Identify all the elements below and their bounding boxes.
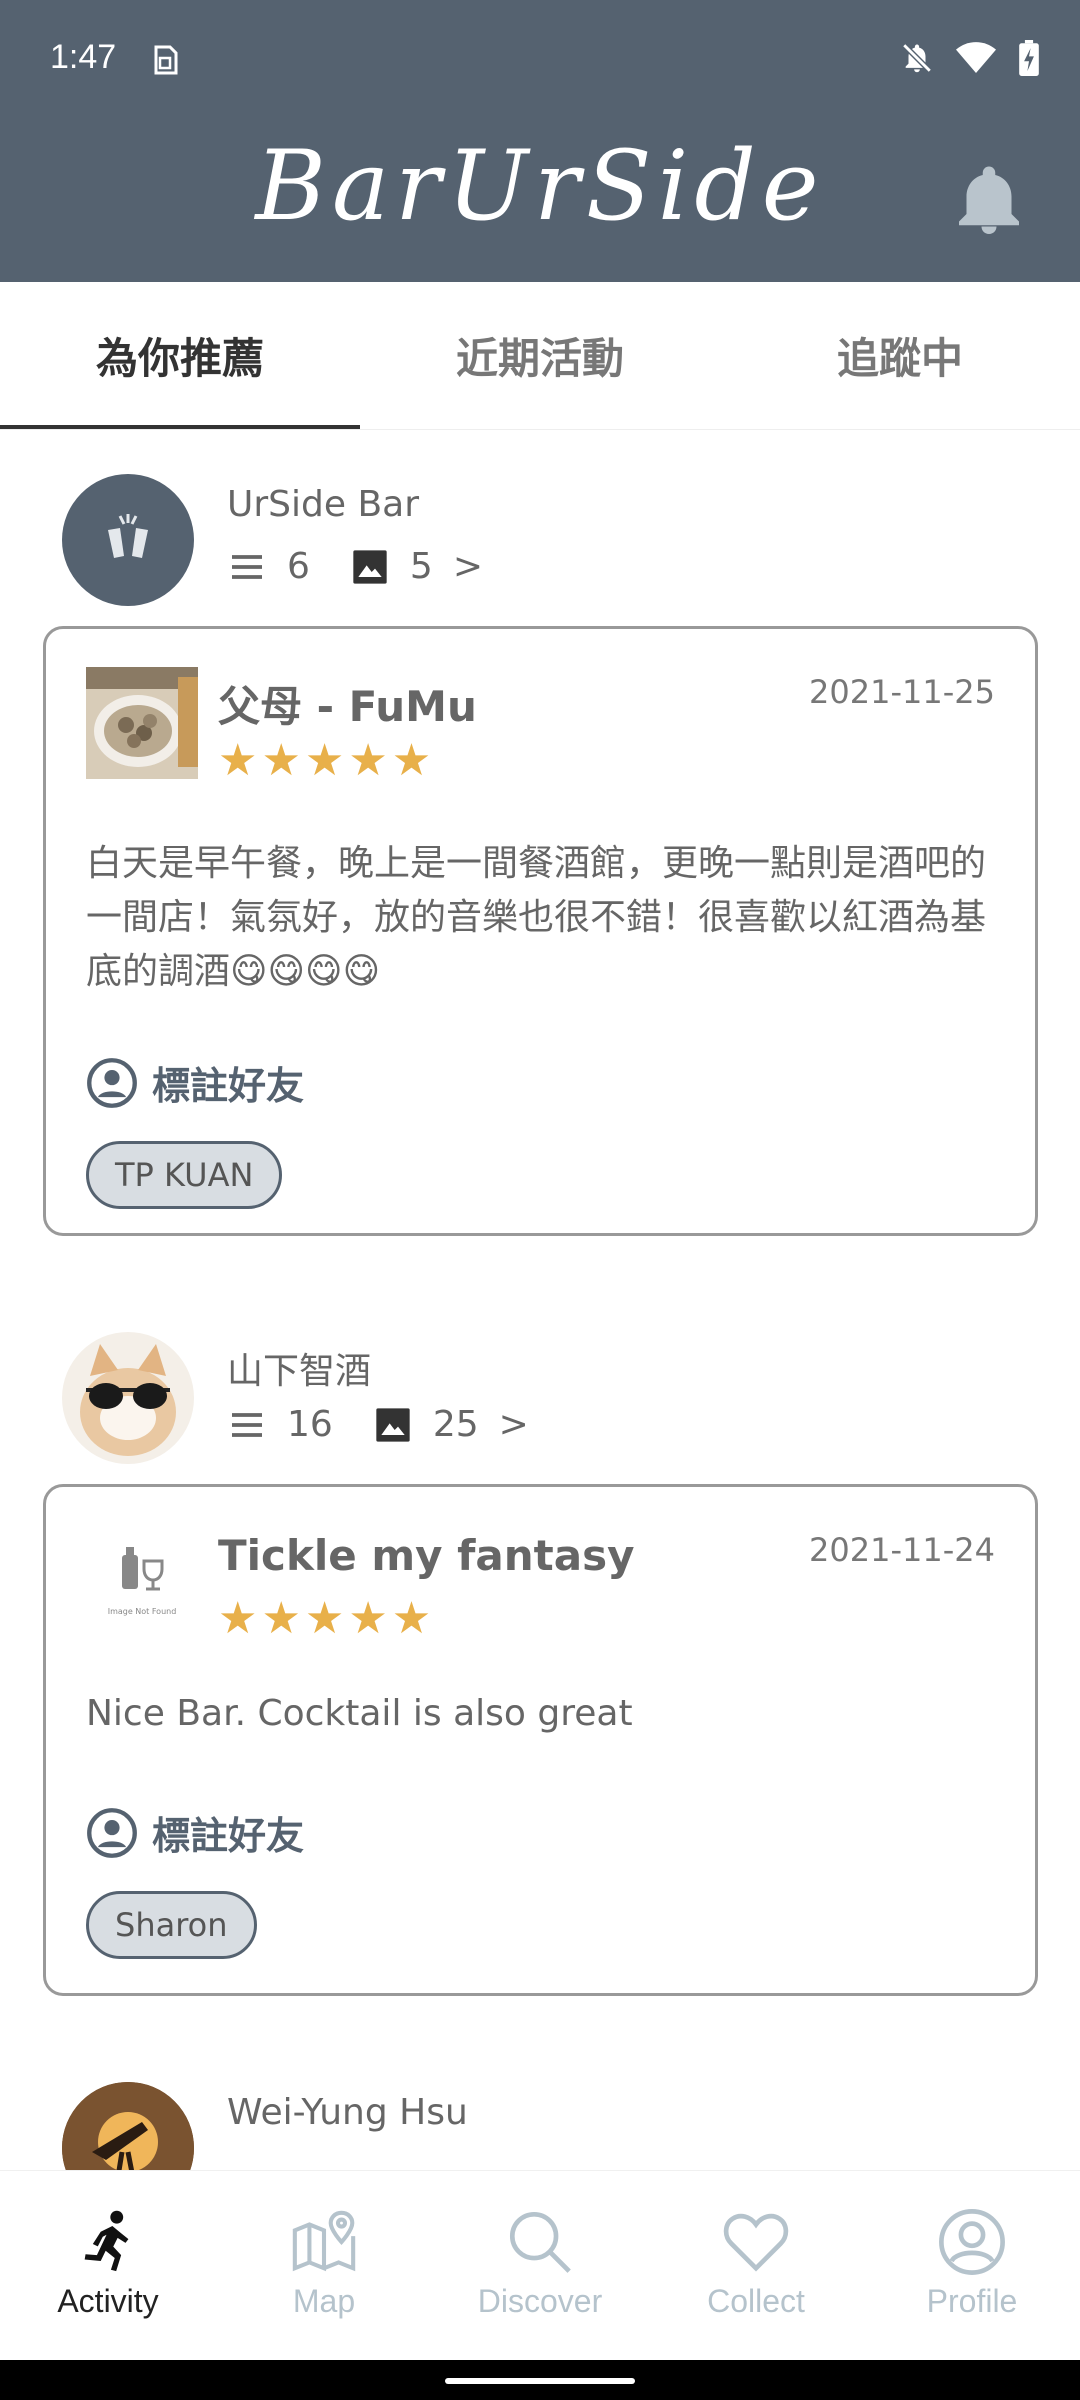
review-text: 白天是早午餐，晚上是一間餐酒館，更晚一點則是酒吧的一間店！氣氛好，放的音樂也很不…	[86, 843, 987, 992]
home-gesture-handle[interactable]	[445, 2378, 635, 2384]
tab-following[interactable]: 追蹤中	[720, 282, 1080, 429]
photo-count: 5	[409, 546, 433, 587]
user-stats: 16 25 >	[227, 1404, 529, 1445]
photo-count: 25	[432, 1404, 479, 1445]
tagged-friends-header: 標註好友	[86, 1055, 304, 1110]
nav-label: Map	[292, 2283, 356, 2319]
app-brand-logo: BarUrSide	[255, 130, 825, 242]
rating-stars: ★★★★★	[218, 1593, 436, 1644]
person-icon	[87, 1057, 137, 1108]
avatar[interactable]	[62, 474, 194, 606]
nav-label: Activity	[57, 2283, 159, 2319]
friend-chip[interactable]: Sharon	[86, 1891, 257, 1959]
review-card[interactable]: Image Not Found Tickle my fantasy 2021-1…	[43, 1484, 1038, 1996]
list-count: 16	[287, 1404, 333, 1445]
friend-chip[interactable]: TP KUAN	[86, 1141, 283, 1209]
review-date: 2021-11-24	[809, 1531, 995, 1569]
tag-friends-label: 標註好友	[152, 1814, 305, 1858]
rating-stars: ★★★★★	[218, 735, 436, 786]
status-icons	[900, 40, 1040, 76]
user-stats: 6 5 >	[227, 546, 483, 587]
more-chevron[interactable]: >	[453, 546, 483, 587]
cheers-icon	[108, 514, 148, 558]
list-icon	[232, 554, 262, 579]
running-person-icon	[84, 2210, 129, 2272]
activity-feed[interactable]: UrSide Bar 6 5 > 父母 - FuMu 2021-11-25 ★★…	[0, 430, 1080, 2170]
battery-charging-icon	[1019, 40, 1039, 76]
nav-label: Discover	[477, 2283, 603, 2319]
review-card[interactable]: 父母 - FuMu 2021-11-25 ★★★★★ 白天是早午餐，晚上是一間餐…	[43, 626, 1038, 1236]
heart-icon	[723, 2213, 789, 2272]
list-count: 6	[287, 546, 310, 587]
user-name[interactable]: 山下智酒	[227, 1342, 371, 1394]
sim-card-icon	[154, 45, 178, 75]
bell-icon[interactable]	[958, 164, 1020, 234]
post-user-row[interactable]: UrSide Bar 6 5 >	[62, 474, 1022, 609]
nav-label: Collect	[707, 2283, 805, 2319]
nav-profile[interactable]: Profile	[864, 2171, 1080, 2360]
tag-friends-label: 標註好友	[152, 1064, 305, 1108]
wifi-icon	[956, 42, 996, 73]
feed-tabs: 為你推薦 近期活動 追蹤中	[0, 282, 1080, 430]
tab-recent-activities[interactable]: 近期活動	[360, 282, 720, 429]
review-text: Nice Bar. Cocktail is also great	[86, 1693, 633, 1734]
nav-activity[interactable]: Activity	[0, 2171, 216, 2360]
map-pin-icon	[292, 2210, 356, 2272]
image-icon	[376, 1407, 410, 1442]
search-icon	[509, 2211, 571, 2273]
notifications-off-icon	[902, 43, 932, 73]
avatar[interactable]	[62, 1332, 194, 1464]
status-time: 1:47	[50, 38, 117, 76]
post-user-row[interactable]: 山下智酒 16 25 >	[62, 1332, 1022, 1467]
post-user-row[interactable]: Wei-Yung Hsu	[62, 2082, 1022, 2170]
profile-icon	[939, 2209, 1005, 2275]
nav-label: Profile	[926, 2283, 1018, 2319]
tagged-friends-header: 標註好友	[86, 1805, 304, 1860]
nav-collect[interactable]: Collect	[648, 2171, 864, 2360]
tab-recommended[interactable]: 為你推薦	[0, 282, 360, 429]
bar-name[interactable]: 父母 - FuMu	[218, 673, 477, 734]
image-icon	[353, 549, 387, 584]
nav-map[interactable]: Map	[216, 2171, 432, 2360]
user-name[interactable]: Wei-Yung Hsu	[227, 2092, 468, 2133]
avatar[interactable]	[62, 2082, 194, 2170]
person-icon	[87, 1807, 137, 1858]
bottom-navigation: Activity Map Discover Collect Profile	[0, 2170, 1080, 2360]
review-date: 2021-11-25	[809, 673, 995, 711]
bar-photo	[86, 667, 198, 779]
more-chevron[interactable]: >	[499, 1404, 529, 1445]
bar-name[interactable]: Tickle my fantasy	[218, 1531, 634, 1580]
image-not-found-icon: Image Not Found	[86, 1525, 198, 1637]
list-icon	[232, 1412, 262, 1437]
user-name[interactable]: UrSide Bar	[227, 484, 419, 525]
app-header: 1:47 BarUrSide	[0, 0, 1080, 282]
nav-discover[interactable]: Discover	[432, 2171, 648, 2360]
